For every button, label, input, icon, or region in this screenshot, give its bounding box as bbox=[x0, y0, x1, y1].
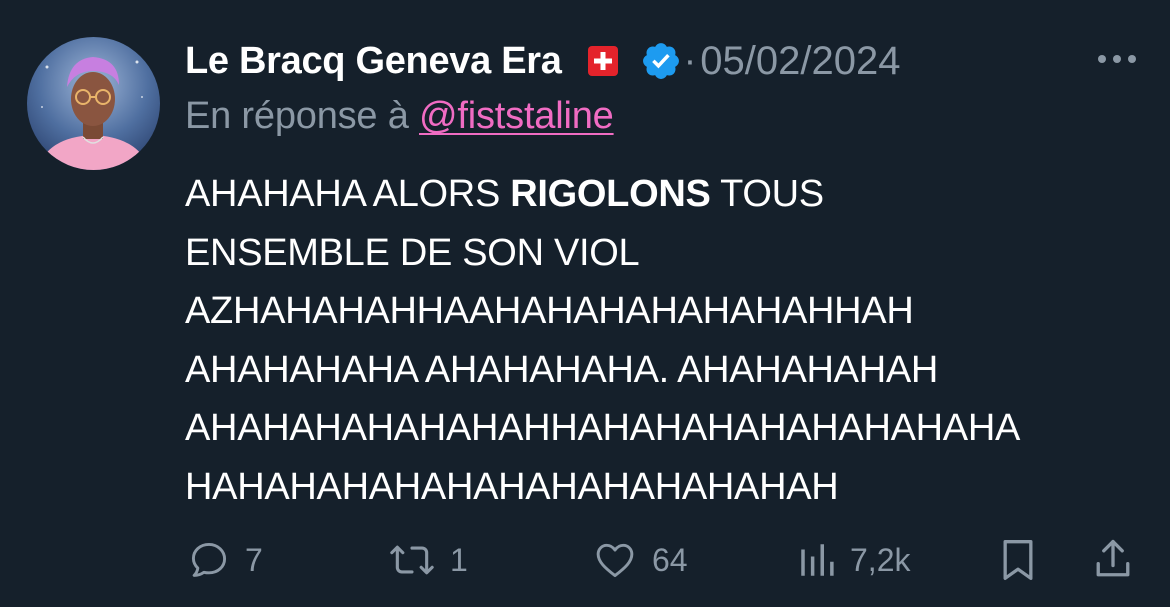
reply-prefix: En réponse à bbox=[185, 95, 420, 137]
views-count: 7,2k bbox=[850, 541, 911, 578]
avatar[interactable] bbox=[27, 37, 160, 170]
share-icon bbox=[1090, 536, 1136, 584]
action-bar: 7 1 64 7,2k bbox=[0, 530, 1170, 590]
share-button[interactable] bbox=[1090, 530, 1136, 590]
tweet-text-line: ENSEMBLE DE SON VIOL bbox=[185, 231, 640, 274]
tweet-text-line: AHAHAHAHAHAHAHHAHAHAHAHAHAHAHAHA bbox=[185, 407, 1021, 449]
reply-count: 7 bbox=[245, 541, 263, 578]
tweet-text-segment: AHAHAHA ALORS bbox=[185, 173, 511, 215]
bookmark-icon bbox=[996, 536, 1040, 584]
tweet-text-line: AHAHAHA ALORS RIGOLONS TOUS bbox=[185, 165, 1145, 224]
reply-context: En réponse à @fiststaline bbox=[185, 95, 614, 138]
tweet-text: AHAHAHA ALORS RIGOLONS TOUS ENSEMBLE DE … bbox=[185, 165, 1145, 516]
views-button[interactable]: 7,2k bbox=[796, 530, 910, 590]
tweet-text-line: HAHAHAHAHAHAHAHAHAHAHAHAH bbox=[185, 465, 839, 508]
tweet-text-segment: TOUS bbox=[710, 173, 824, 215]
header-separator: · bbox=[683, 39, 697, 82]
tweet[interactable]: Le Bracq Geneva Era · 05/02/2024 En répo… bbox=[0, 0, 1170, 607]
views-icon bbox=[796, 538, 838, 582]
more-horizontal-icon[interactable] bbox=[1094, 50, 1140, 68]
retweet-count: 1 bbox=[450, 541, 468, 578]
display-name[interactable]: Le Bracq Geneva Era bbox=[185, 40, 562, 83]
heart-icon bbox=[592, 538, 638, 582]
like-button[interactable]: 64 bbox=[592, 530, 688, 590]
swiss-flag-icon bbox=[587, 46, 618, 76]
reply-button[interactable]: 7 bbox=[187, 530, 263, 590]
bookmark-button[interactable] bbox=[996, 530, 1040, 590]
verified-badge-icon[interactable] bbox=[640, 40, 682, 82]
retweet-button[interactable]: 1 bbox=[386, 530, 468, 590]
reply-mention-link[interactable]: @fiststaline bbox=[419, 95, 614, 137]
like-count: 64 bbox=[652, 541, 688, 578]
reply-icon bbox=[187, 538, 231, 582]
tweet-text-line: AHAHAHAHA AHAHAHAHA. AHAHAHAHAH bbox=[185, 348, 939, 391]
tweet-header: Le Bracq Geneva Era · 05/02/2024 bbox=[185, 31, 900, 91]
tweet-text-bold: RIGOLONS bbox=[510, 173, 711, 215]
tweet-date[interactable]: 05/02/2024 bbox=[700, 39, 900, 84]
tweet-text-line: AZHAHAHAHHAAHAHAHAHAHAHAHHAH bbox=[185, 290, 914, 332]
retweet-icon bbox=[386, 538, 438, 582]
